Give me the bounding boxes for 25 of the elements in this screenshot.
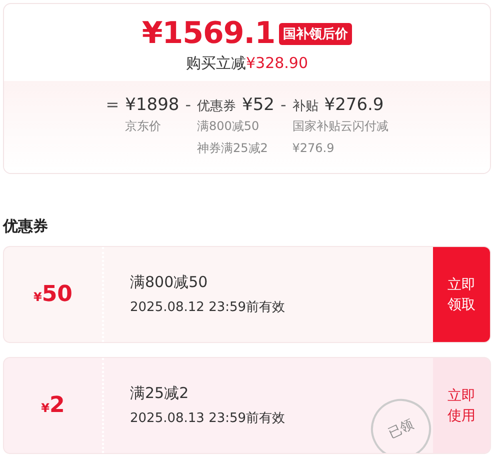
breakdown-note: 国家补贴云闪付减 [292, 118, 388, 135]
breakdown-amount: ¥1898 [125, 95, 180, 115]
breakdown-label: 补贴 [292, 98, 318, 115]
breakdown-note: 神券满25减2 [197, 140, 268, 157]
breakdown-label: 优惠券 [197, 98, 236, 115]
coupon-condition: 满25减2 [130, 384, 189, 403]
operator-sign: = [106, 95, 120, 116]
section-title: 优惠券 [3, 217, 49, 236]
breakdown-note: 满800减50 [197, 118, 260, 135]
final-price: ¥1569.1 [142, 16, 276, 52]
coupon-value: ¥50 [34, 282, 72, 307]
saving-text: 购买立减¥328.90 [186, 54, 308, 73]
price-tag: 国补领后价 [279, 23, 352, 45]
coupon-validity: 2025.08.13 23:59前有效 [130, 410, 286, 427]
breakdown-note: 京东价 [125, 118, 162, 135]
breakdown-note: ¥276.9 [292, 140, 334, 157]
coupon-action-button[interactable]: 立即 领取 [433, 247, 490, 342]
operator-sign: - [280, 95, 286, 116]
coupon-value: ¥2 [41, 393, 65, 418]
breakdown-amount: ¥52 [242, 95, 274, 115]
coupon-condition: 满800减50 [130, 273, 208, 292]
operator-sign: - [185, 95, 192, 116]
coupon-action-button[interactable]: 立即 使用 [433, 358, 490, 453]
coupon-validity: 2025.08.12 23:59前有效 [130, 299, 286, 316]
breakdown-amount: ¥276.9 [324, 95, 384, 115]
